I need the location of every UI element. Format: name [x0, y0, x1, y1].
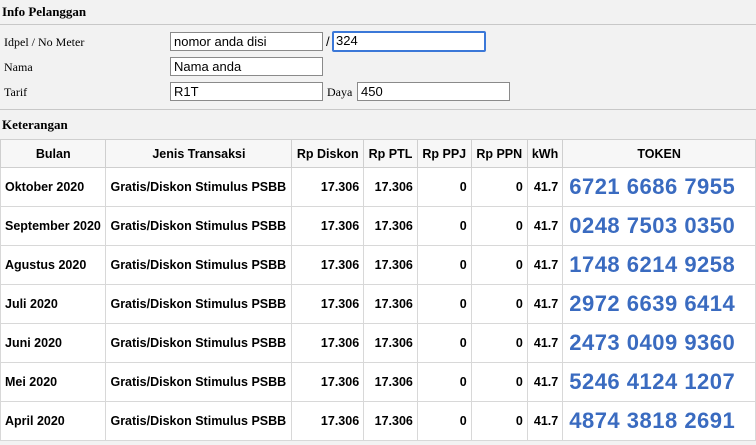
cell-token: 0248 7503 0350 — [562, 206, 756, 246]
cell-ppn: 0 — [470, 323, 528, 363]
cell-bulan: Mei 2020 — [0, 362, 107, 402]
cell-ppj: 0 — [416, 206, 472, 246]
cell-bulan: September 2020 — [0, 206, 107, 246]
divider — [0, 109, 756, 110]
tarif-input[interactable]: R1T — [170, 82, 323, 101]
cell-ppj: 0 — [416, 401, 472, 441]
cell-bulan: April 2020 — [0, 401, 107, 441]
daya-input[interactable]: 450 — [357, 82, 510, 101]
cell-kwh: 41.7 — [526, 362, 564, 402]
cell-kwh: 41.7 — [526, 284, 564, 324]
header-rp-diskon: Rp Diskon — [291, 139, 365, 168]
table-row: Mei 2020 Gratis/Diskon Stimulus PSBB 17.… — [0, 362, 756, 402]
table-row: Agustus 2020 Gratis/Diskon Stimulus PSBB… — [0, 245, 756, 285]
cell-jenis: Gratis/Diskon Stimulus PSBB — [105, 206, 293, 246]
cell-ppn: 0 — [470, 362, 528, 402]
cell-bulan: Agustus 2020 — [0, 245, 107, 285]
cell-ppj: 0 — [416, 245, 472, 285]
cell-diskon: 17.306 — [291, 362, 365, 402]
cell-diskon: 17.306 — [291, 167, 365, 207]
cell-jenis: Gratis/Diskon Stimulus PSBB — [105, 284, 293, 324]
table-row: April 2020 Gratis/Diskon Stimulus PSBB 1… — [0, 401, 756, 441]
cell-bulan: Juli 2020 — [0, 284, 107, 324]
cell-ptl: 17.306 — [363, 167, 418, 207]
cell-token: 5246 4124 1207 — [562, 362, 756, 402]
cell-ptl: 17.306 — [363, 362, 418, 402]
cell-diskon: 17.306 — [291, 323, 365, 363]
cell-kwh: 41.7 — [526, 167, 564, 207]
header-bulan: Bulan — [0, 139, 107, 168]
cell-token: 4874 3818 2691 — [562, 401, 756, 441]
keterangan-title: Keterangan — [2, 117, 68, 132]
cell-jenis: Gratis/Diskon Stimulus PSBB — [105, 362, 293, 402]
header-kwh: kWh — [526, 139, 564, 168]
idpel-input[interactable]: nomor anda disi — [170, 32, 323, 51]
header-jenis-transaksi: Jenis Transaksi — [105, 139, 293, 168]
cell-token: 6721 6686 7955 — [562, 167, 756, 207]
header-token: TOKEN — [562, 139, 756, 168]
cell-jenis: Gratis/Diskon Stimulus PSBB — [105, 167, 293, 207]
header-rp-ptl: Rp PTL — [363, 139, 418, 168]
cell-ptl: 17.306 — [363, 401, 418, 441]
cell-kwh: 41.7 — [526, 206, 564, 246]
tarif-label: Tarif — [4, 85, 28, 99]
cell-token: 2972 6639 6414 — [562, 284, 756, 324]
cell-diskon: 17.306 — [291, 206, 365, 246]
idpel-separator: / — [326, 34, 330, 49]
table-row: September 2020 Gratis/Diskon Stimulus PS… — [0, 206, 756, 246]
cell-ppn: 0 — [470, 206, 528, 246]
cell-ppn: 0 — [470, 167, 528, 207]
cell-ptl: 17.306 — [363, 245, 418, 285]
table-row: Juni 2020 Gratis/Diskon Stimulus PSBB 17… — [0, 323, 756, 363]
idpel-label: Idpel / No Meter — [4, 35, 85, 49]
cell-ptl: 17.306 — [363, 206, 418, 246]
divider — [0, 24, 756, 25]
cell-ppn: 0 — [470, 284, 528, 324]
cell-ptl: 17.306 — [363, 323, 418, 363]
cell-ptl: 17.306 — [363, 284, 418, 324]
cell-ppj: 0 — [416, 362, 472, 402]
cell-ppn: 0 — [470, 245, 528, 285]
cell-ppj: 0 — [416, 284, 472, 324]
cell-diskon: 17.306 — [291, 284, 365, 324]
cell-token: 1748 6214 9258 — [562, 245, 756, 285]
table-row: Oktober 2020 Gratis/Diskon Stimulus PSBB… — [0, 167, 756, 207]
cell-diskon: 17.306 — [291, 245, 365, 285]
nama-label: Nama — [4, 60, 33, 74]
header-rp-ppj: Rp PPJ — [416, 139, 472, 168]
cell-bulan: Oktober 2020 — [0, 167, 107, 207]
cell-kwh: 41.7 — [526, 245, 564, 285]
cell-token: 2473 0409 9360 — [562, 323, 756, 363]
cell-jenis: Gratis/Diskon Stimulus PSBB — [105, 401, 293, 441]
info-pelanggan-title: Info Pelanggan — [2, 4, 87, 19]
cell-diskon: 17.306 — [291, 401, 365, 441]
cell-ppj: 0 — [416, 323, 472, 363]
table-header-row: Bulan Jenis Transaksi Rp Diskon Rp PTL R… — [0, 139, 756, 168]
table-row: Juli 2020 Gratis/Diskon Stimulus PSBB 17… — [0, 284, 756, 324]
cell-bulan: Juni 2020 — [0, 323, 107, 363]
cell-ppj: 0 — [416, 167, 472, 207]
daya-label: Daya — [327, 85, 353, 99]
header-rp-ppn: Rp PPN — [470, 139, 528, 168]
meter-input[interactable]: 324 — [332, 31, 486, 52]
transaction-table: Bulan Jenis Transaksi Rp Diskon Rp PTL R… — [0, 139, 756, 441]
cell-kwh: 41.7 — [526, 401, 564, 441]
cell-jenis: Gratis/Diskon Stimulus PSBB — [105, 323, 293, 363]
cell-kwh: 41.7 — [526, 323, 564, 363]
cell-ppn: 0 — [470, 401, 528, 441]
cell-jenis: Gratis/Diskon Stimulus PSBB — [105, 245, 293, 285]
nama-input[interactable]: Nama anda — [170, 57, 323, 76]
